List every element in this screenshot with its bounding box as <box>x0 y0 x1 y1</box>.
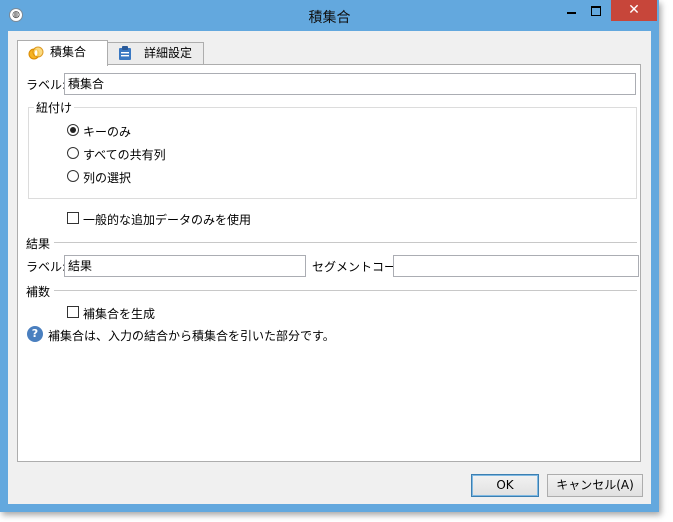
radio-select-columns[interactable] <box>67 170 79 182</box>
tab-label: 詳細設定 <box>144 46 193 60</box>
dialog-client-area: 積集合 詳細設定 ラベル: 積集合 紐付け キーのみ すべての共有列 列の選択 <box>8 31 651 504</box>
result-section-title: 結果 <box>26 237 51 251</box>
radio-all-shared-columns-label: すべての共有列 <box>83 148 166 162</box>
help-icon: ? <box>27 326 43 342</box>
radio-all-shared-columns[interactable] <box>67 147 79 159</box>
ok-button[interactable]: OK <box>471 474 539 497</box>
venn-icon <box>28 46 44 60</box>
common-data-checkbox-label: 一般的な追加データのみを使用 <box>83 213 252 227</box>
help-text: 補集合は、入力の結合から積集合を引いた部分です。 <box>48 329 335 343</box>
radio-keys-only-label: キーのみ <box>83 125 132 139</box>
tab-advanced-settings[interactable]: 詳細設定 <box>107 42 204 64</box>
dialog-window: ◍ 積集合 ✕ 積集合 詳細設定 ラベル: 積集合 紐付け キーのみ すべての共… <box>0 0 659 512</box>
clipboard-icon <box>119 46 131 60</box>
radio-keys-only[interactable] <box>67 124 79 136</box>
label-input[interactable]: 積集合 <box>64 73 636 95</box>
common-data-checkbox[interactable] <box>67 212 79 224</box>
tab-panel: ラベル: 積集合 紐付け キーのみ すべての共有列 列の選択 一般的な追加データ… <box>17 64 641 462</box>
generate-complement-checkbox[interactable] <box>67 306 79 318</box>
cancel-button[interactable]: キャンセル(A) <box>547 474 643 497</box>
title-bar[interactable]: ◍ 積集合 ✕ <box>0 0 659 31</box>
label-field-label: ラベル: <box>26 78 67 92</box>
result-label-input[interactable]: 結果 <box>64 255 306 277</box>
segment-code-input[interactable] <box>393 255 639 277</box>
complement-divider <box>54 290 637 291</box>
complement-section-title: 補数 <box>26 285 51 299</box>
close-button[interactable]: ✕ <box>611 0 657 21</box>
result-label-label: ラベル: <box>26 260 67 274</box>
result-divider <box>54 242 637 243</box>
generate-complement-label: 補集合を生成 <box>83 307 156 321</box>
tab-intersection[interactable]: 積集合 <box>17 40 108 66</box>
tab-label: 積集合 <box>50 45 87 59</box>
radio-select-columns-label: 列の選択 <box>83 171 132 185</box>
maximize-button[interactable] <box>584 0 608 21</box>
join-group-title: 紐付け <box>34 99 75 116</box>
minimize-button[interactable] <box>559 0 584 21</box>
